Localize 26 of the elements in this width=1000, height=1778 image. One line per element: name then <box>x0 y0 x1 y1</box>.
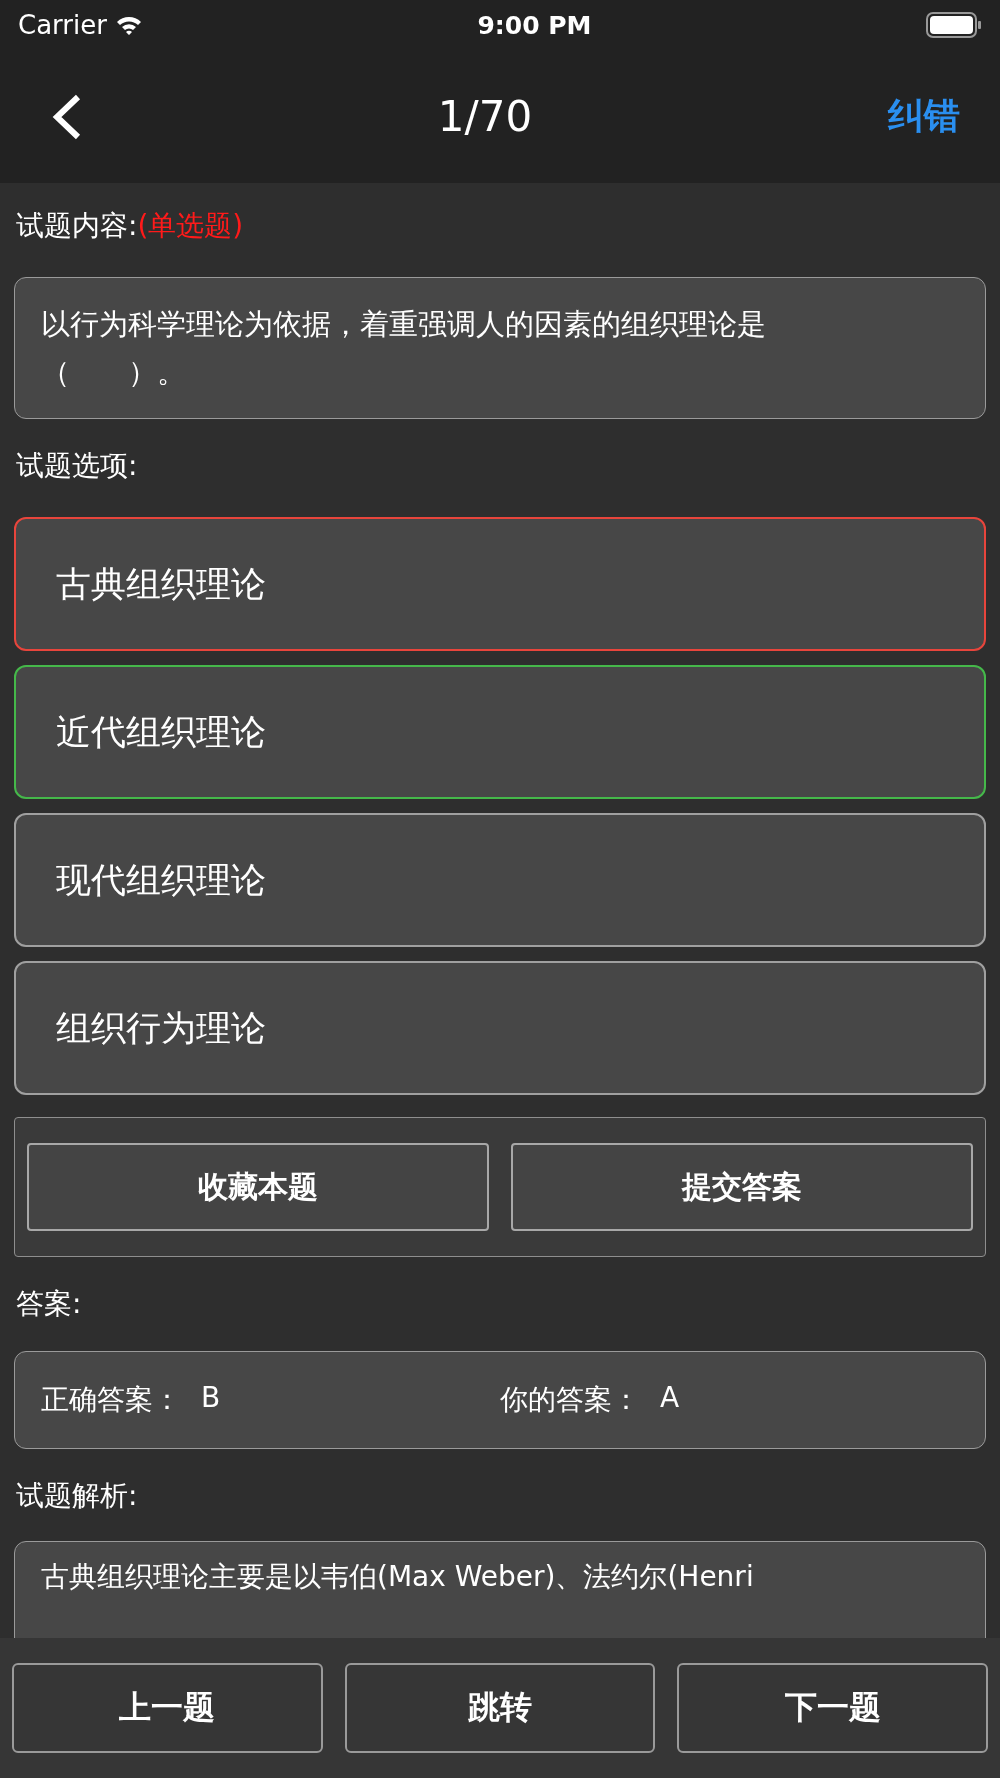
your-answer-value: A <box>660 1381 680 1416</box>
section-label: 答案: <box>16 1287 82 1320</box>
clock-time: 9:00 PM <box>477 10 592 40</box>
answer-option[interactable]: 近代组织理论 <box>14 665 986 799</box>
answer-option[interactable]: 组织行为理论 <box>14 961 986 1095</box>
nav-button[interactable]: 跳转 <box>344 1663 656 1753</box>
action-button[interactable]: 收藏本题 <box>27 1143 489 1231</box>
page-title: 1/70 <box>437 92 533 141</box>
carrier-label: Carrier <box>18 10 107 40</box>
battery-icon <box>926 12 982 38</box>
question-type: (单选题) <box>137 209 244 242</box>
section-label: 试题内容: <box>16 209 138 242</box>
section-label: 试题选项: <box>16 449 138 482</box>
question-text: 以行为科学理论为依据，着重强调人的因素的组织理论是（ ）。 <box>14 277 986 419</box>
report-error-link[interactable]: 纠错 <box>888 92 960 141</box>
analysis-text: 古典组织理论主要是以韦伯(Max Weber)、法约尔(Henri <box>41 1560 754 1593</box>
back-icon[interactable] <box>50 93 82 140</box>
correct-answer-label: 正确答案： <box>41 1382 181 1418</box>
answer-option[interactable]: 现代组织理论 <box>14 813 986 947</box>
answer-option[interactable]: 古典组织理论 <box>14 517 986 651</box>
action-button[interactable]: 提交答案 <box>511 1143 973 1231</box>
section-label: 试题解析: <box>16 1479 138 1512</box>
correct-answer-value: B <box>201 1381 221 1416</box>
nav-button[interactable]: 下一题 <box>677 1663 988 1753</box>
your-answer-label: 你的答案： <box>500 1382 640 1418</box>
nav-button[interactable]: 上一题 <box>12 1663 323 1753</box>
